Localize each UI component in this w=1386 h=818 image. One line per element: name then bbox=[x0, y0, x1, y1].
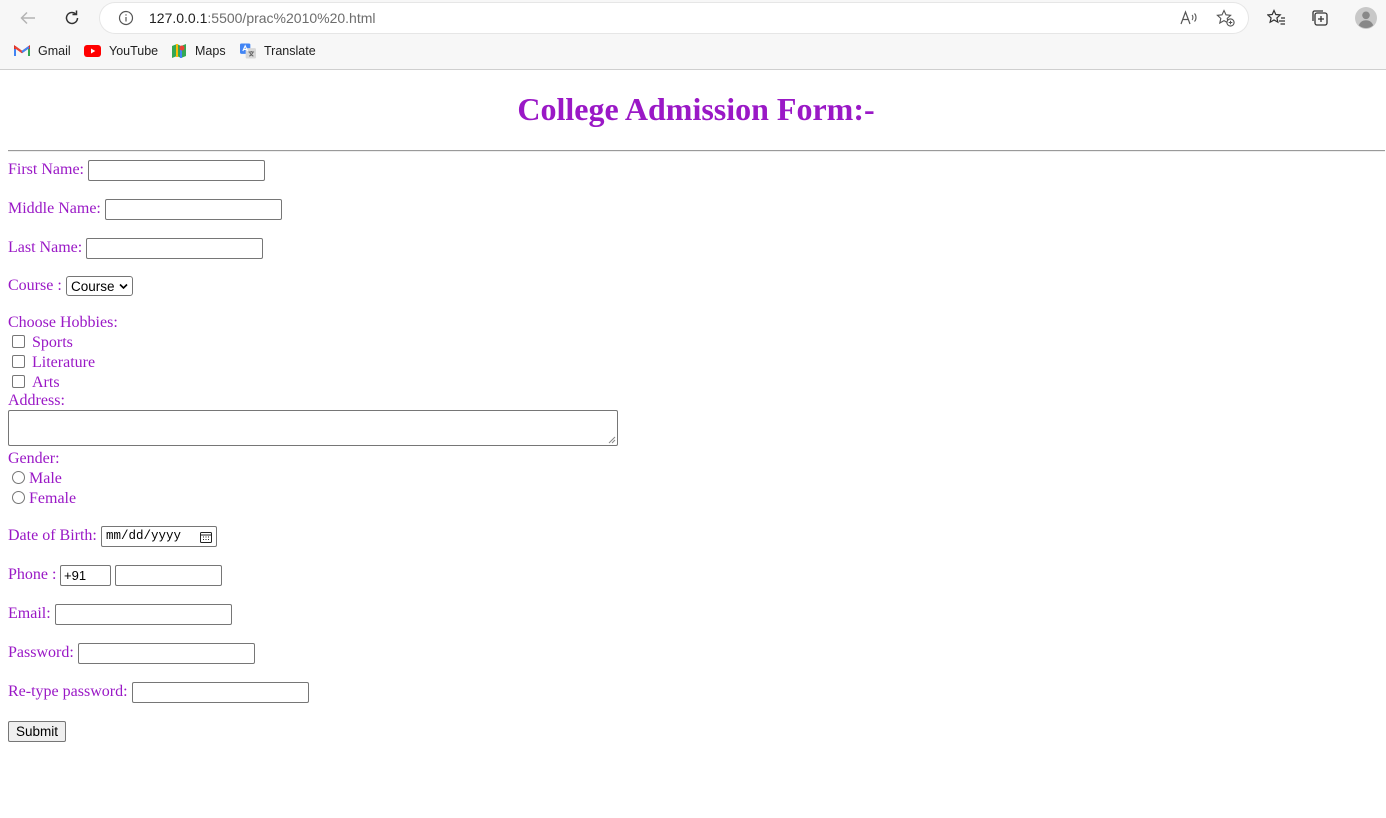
url-text[interactable]: 127.0.0.1:5500/prac%2010%20.html bbox=[149, 10, 376, 26]
phone-code-input[interactable]: +91 bbox=[60, 565, 111, 586]
radio-female[interactable] bbox=[12, 491, 25, 504]
browser-chrome: 127.0.0.1:5500/prac%2010%20.html Gmail Y… bbox=[0, 0, 1386, 70]
hobbies-label: Choose Hobbies: bbox=[8, 314, 118, 331]
first-name-input[interactable] bbox=[88, 160, 265, 181]
retype-password-input[interactable] bbox=[132, 682, 309, 703]
resize-handle-icon[interactable] bbox=[608, 436, 616, 444]
bookmark-translate[interactable]: Translate bbox=[240, 40, 316, 62]
dob-placeholder: mm/dd/yyyy bbox=[106, 529, 182, 543]
youtube-icon bbox=[84, 43, 101, 59]
course-select[interactable]: Course bbox=[66, 276, 133, 296]
hobby-sports-label: Sports bbox=[32, 334, 73, 351]
gender-female-label: Female bbox=[29, 490, 77, 507]
reload-icon bbox=[65, 10, 79, 25]
add-favorite-icon[interactable] bbox=[1215, 9, 1235, 27]
first-name-label: First Name: bbox=[8, 161, 84, 178]
gender-male-label: Male bbox=[29, 470, 62, 487]
email-input[interactable] bbox=[55, 604, 232, 625]
chevron-down-icon bbox=[119, 283, 128, 290]
password-label: Password: bbox=[8, 644, 74, 661]
back-button[interactable] bbox=[17, 7, 39, 29]
middle-name-label: Middle Name: bbox=[8, 200, 101, 217]
gmail-icon bbox=[14, 43, 30, 59]
middle-name-input[interactable] bbox=[105, 199, 282, 220]
phone-label: Phone : bbox=[8, 566, 57, 583]
collections-icon[interactable] bbox=[1310, 8, 1330, 28]
password-input[interactable] bbox=[78, 643, 255, 664]
reload-button[interactable] bbox=[61, 7, 83, 29]
address-label: Address: bbox=[8, 392, 65, 409]
hobby-literature-label: Literature bbox=[32, 354, 96, 371]
address-bar[interactable]: 127.0.0.1:5500/prac%2010%20.html bbox=[100, 3, 1248, 33]
site-info-icon[interactable] bbox=[117, 9, 135, 27]
calendar-icon[interactable] bbox=[200, 531, 212, 543]
bookmark-label: Maps bbox=[195, 44, 226, 58]
dob-label: Date of Birth: bbox=[8, 527, 97, 544]
course-label: Course : bbox=[8, 277, 62, 294]
retype-password-label: Re-type password: bbox=[8, 683, 128, 700]
page-title: College Admission Form:- bbox=[517, 91, 875, 127]
bookmark-gmail[interactable]: Gmail bbox=[14, 40, 71, 62]
hobby-arts-label: Arts bbox=[32, 374, 60, 391]
gender-label: Gender: bbox=[8, 450, 60, 467]
checkbox-arts[interactable] bbox=[12, 375, 25, 388]
divider bbox=[8, 150, 1385, 152]
bookmark-label: Translate bbox=[264, 44, 316, 58]
radio-male[interactable] bbox=[12, 471, 25, 484]
bookmark-label: YouTube bbox=[109, 44, 159, 58]
submit-button[interactable]: Submit bbox=[8, 721, 66, 742]
bookmark-label: Gmail bbox=[38, 44, 71, 58]
checkbox-sports[interactable] bbox=[12, 335, 25, 348]
read-aloud-icon[interactable] bbox=[1179, 9, 1199, 27]
dob-input[interactable]: mm/dd/yyyy bbox=[101, 526, 217, 547]
last-name-label: Last Name: bbox=[8, 239, 83, 256]
favorites-icon[interactable] bbox=[1266, 8, 1286, 28]
email-label: Email: bbox=[8, 605, 51, 622]
address-textarea[interactable] bbox=[8, 410, 618, 446]
page-content: College Admission Form:- First Name: Mid… bbox=[0, 71, 1386, 818]
last-name-input[interactable] bbox=[86, 238, 263, 259]
translate-icon bbox=[240, 43, 256, 59]
maps-icon bbox=[171, 43, 187, 59]
phone-number-input[interactable] bbox=[115, 565, 222, 586]
back-arrow-icon bbox=[20, 11, 35, 25]
checkbox-literature[interactable] bbox=[12, 355, 25, 368]
bookmark-maps[interactable]: Maps bbox=[171, 40, 226, 62]
profile-avatar-icon[interactable] bbox=[1354, 6, 1378, 30]
course-selected-value: Course bbox=[71, 278, 115, 294]
bookmark-youtube[interactable]: YouTube bbox=[84, 40, 158, 62]
